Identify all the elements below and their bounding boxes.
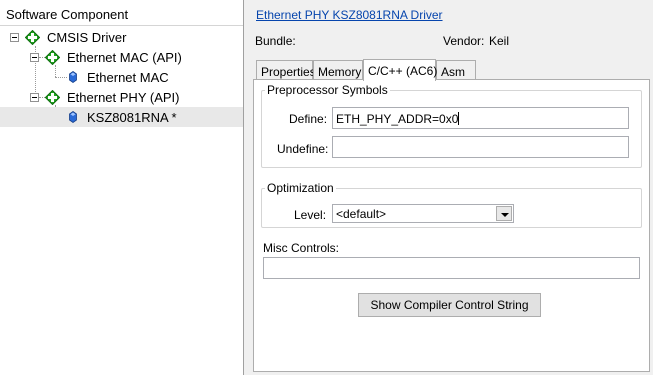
component-diamond-icon — [25, 30, 40, 45]
tree-item-ethernet-mac[interactable]: Ethernet MAC — [0, 68, 243, 87]
tree-item-ksz8081rna[interactable]: KSZ8081RNA * — [0, 107, 243, 127]
tree-item-label: Ethernet MAC (API) — [67, 50, 182, 65]
bundle-label: Bundle: — [255, 34, 296, 48]
show-compiler-control-string-button[interactable]: Show Compiler Control String — [358, 293, 541, 317]
optimization-legend: Optimization — [267, 181, 334, 195]
collapse-icon[interactable] — [30, 53, 39, 62]
component-gem-icon — [69, 111, 77, 123]
text-caret — [458, 112, 460, 125]
tab-panel-c-cpp: Preprocessor Symbols Define: ETH_PHY_ADD… — [253, 79, 650, 372]
vendor-value: Keil — [489, 34, 510, 48]
preprocessor-legend: Preprocessor Symbols — [267, 83, 388, 97]
define-label: Define: — [289, 112, 328, 126]
tree-item-label: CMSIS Driver — [47, 30, 127, 45]
misc-controls-label: Misc Controls: — [263, 241, 340, 255]
chevron-down-icon[interactable] — [496, 206, 512, 221]
tab-asm[interactable]: Asm — [436, 60, 476, 81]
component-diamond-icon — [45, 50, 60, 65]
optimization-level-value: <default> — [336, 207, 387, 221]
undefine-label: Undefine: — [277, 142, 329, 156]
tree-header[interactable]: Software Component — [0, 0, 243, 26]
tree-item-label: Ethernet MAC — [87, 70, 169, 85]
undefine-field[interactable] — [332, 136, 629, 158]
vendor-label: Vendor: — [443, 34, 485, 48]
tab-c-cpp-ac6[interactable]: C/C++ (AC6) — [363, 59, 437, 81]
collapse-icon[interactable] — [10, 33, 19, 42]
tree-item-label: KSZ8081RNA * — [87, 110, 177, 125]
tab-properties[interactable]: Properties — [256, 60, 316, 81]
level-label: Level: — [294, 208, 327, 222]
software-component-tree: Software Component CMSIS Driver Ethernet… — [0, 0, 244, 375]
collapse-icon[interactable] — [30, 93, 39, 102]
misc-controls-field[interactable] — [263, 257, 640, 279]
component-doc-link[interactable]: Ethernet PHY KSZ8081RNA Driver — [256, 8, 443, 22]
tab-memory[interactable]: Memory — [313, 60, 363, 81]
tree-item-cmsis-driver[interactable]: CMSIS Driver — [0, 28, 243, 47]
optimization-level-select[interactable]: <default> — [332, 204, 514, 223]
tree-item-ethernet-phy-api[interactable]: Ethernet PHY (API) — [0, 88, 243, 107]
define-value: ETH_PHY_ADDR=0x0 — [336, 112, 459, 126]
tree-item-label: Ethernet PHY (API) — [67, 90, 180, 105]
define-field[interactable]: ETH_PHY_ADDR=0x0 — [332, 107, 629, 129]
component-diamond-icon — [45, 90, 60, 105]
tree-item-ethernet-mac-api[interactable]: Ethernet MAC (API) — [0, 48, 243, 67]
component-gem-icon — [69, 71, 77, 83]
